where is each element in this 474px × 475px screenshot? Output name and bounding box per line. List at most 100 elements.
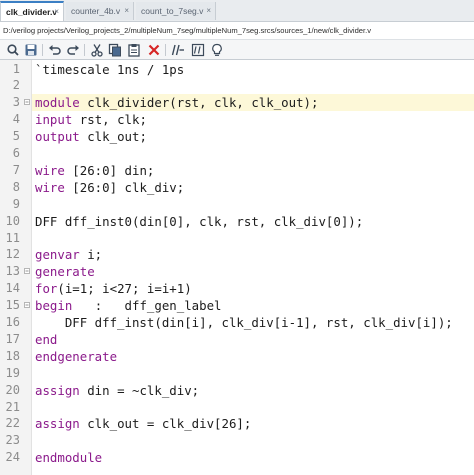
keyword-token: assign [35,416,80,432]
tab-counter-4b[interactable]: counter_4b.v × [66,2,134,20]
code-line[interactable]: 6 [0,145,474,162]
keyword-token: endgenerate [35,348,118,364]
code-text: DFF dff_inst0(din[0], clk, rst, clk_div[… [35,213,364,229]
code-line[interactable]: 9 [0,196,474,213]
line-number: 11 [5,230,20,245]
tab-label: counter_4b.v [71,6,121,16]
line-number: 7 [12,162,20,177]
editor-toolbar [0,39,474,60]
code-line[interactable]: 12 genvar i; [0,246,474,263]
copy-icon[interactable] [108,43,122,57]
line-number: 5 [12,129,20,144]
code-line[interactable]: 10 DFF dff_inst0(din[0], clk, rst, clk_di… [0,213,474,230]
line-number: 3 [12,95,20,110]
line-number: 15 [5,298,20,313]
keyword-token: assign [35,382,80,398]
line-number: 6 [12,146,20,160]
fold-icon[interactable] [24,99,30,106]
code-line[interactable]: 13 generate [0,263,474,280]
code-line[interactable]: 5 output clk_out; [0,128,474,145]
code-text: begin : dff_gen_label [35,298,222,314]
tab-label: clk_divider.v [6,7,58,17]
fold-icon[interactable] [24,302,30,308]
delete-icon[interactable] [147,43,161,57]
line-number: 14 [5,281,20,296]
code-text: end [35,331,57,348]
keyword-token: wire [35,162,65,178]
code-line[interactable]: 2 [0,77,474,94]
code-line[interactable]: 20 assign din = ~clk_div; [0,382,474,399]
block-comment-icon[interactable] [191,43,205,57]
close-icon[interactable]: × [206,2,211,20]
tab-count-to-7seg[interactable]: count_to_7seg.v × [136,2,216,20]
line-number: 9 [12,196,20,211]
line-number: 18 [5,348,20,363]
line-number: 13 [5,264,20,279]
line-number: 10 [5,213,20,228]
line-number: 4 [12,112,20,127]
keyword-token: end [35,331,58,347]
file-path: D:/verilog projects/Verilog_projects_2/m… [0,22,474,39]
close-icon[interactable]: × [54,3,59,21]
code-text: wire [26:0] din; [35,162,155,178]
code-text: wire [26:0] clk_div; [35,179,185,195]
code-editor[interactable]: 1 `timescale 1ns / 1ps 2 3 module clk_divide… [0,60,474,475]
code-line[interactable]: 17 end [0,331,474,348]
keyword-token: generate [35,264,95,280]
code-text: `timescale 1ns / 1ps [35,61,185,77]
code-line[interactable]: 15 begin : dff_gen_label [0,297,474,314]
code-line[interactable]: 14 for(i=1; i<27; i=i+1) [0,280,474,297]
code-line[interactable]: 18 endgenerate [0,348,474,365]
keyword-token: output [35,129,80,145]
code-text: assign clk_out = clk_div[26]; [35,416,252,432]
code-text: generate [35,263,95,280]
line-number: 12 [5,247,20,262]
line-number: 23 [5,433,20,448]
code-line[interactable]: 3 module clk_divider(rst, clk, clk_out); [0,94,474,111]
code-text: assign din = ~clk_div; [35,382,200,398]
keyword-token: genvar [35,247,80,263]
code-text: endgenerate [35,348,117,365]
tab-clk-divider[interactable]: clk_divider.v × [0,1,64,21]
line-number: 8 [12,179,20,194]
search-icon[interactable] [6,43,20,57]
keyword-token: wire [35,179,65,195]
code-line[interactable]: 16 DFF dff_inst(din[i], clk_div[i-1], rs… [0,314,474,331]
code-line[interactable]: 23 [0,432,474,449]
code-line[interactable]: 24 endmodule [0,449,474,466]
comment-icon[interactable] [171,43,185,57]
tab-label: count_to_7seg.v [141,6,204,16]
save-icon[interactable] [24,43,38,57]
code-text: output clk_out; [35,129,147,145]
keyword-token: begin [35,298,73,314]
code-line[interactable]: 19 [0,365,474,382]
code-text: endmodule [35,449,102,466]
toolbar-separator [84,44,85,56]
line-number: 16 [5,315,20,329]
line-number: 19 [5,365,20,380]
code-line[interactable]: 1 `timescale 1ns / 1ps [0,61,474,78]
paste-icon[interactable] [127,43,141,57]
code-text: genvar i; [35,247,103,263]
toolbar-separator [165,44,166,56]
code-line[interactable]: 4 input rst, clk; [0,111,474,128]
code-line[interactable]: 22 assign clk_out = clk_div[26]; [0,415,474,432]
fold-icon[interactable] [24,268,30,275]
keyword-token: input [35,112,73,128]
code-line[interactable]: 8 wire [26:0] clk_div; [0,179,474,196]
code-line[interactable]: 11 [0,230,474,247]
lightbulb-icon[interactable] [210,43,224,57]
cut-icon[interactable] [90,43,104,57]
line-number: 1 [12,61,20,76]
code-text: input rst, clk; [35,112,147,128]
undo-icon[interactable] [48,43,62,57]
keyword-token: endmodule [35,450,103,466]
keyword-token: module [35,95,80,111]
editor-tab-bar: clk_divider.v × counter_4b.v × count_to_… [0,0,474,22]
line-number: 24 [5,450,20,465]
close-icon[interactable]: × [124,2,129,20]
code-line[interactable]: 21 [0,399,474,416]
code-text: DFF dff_inst(din[i], clk_div[i-1], rst, … [35,315,453,330]
redo-icon[interactable] [66,43,80,57]
code-line[interactable]: 7 wire [26:0] din; [0,162,474,179]
